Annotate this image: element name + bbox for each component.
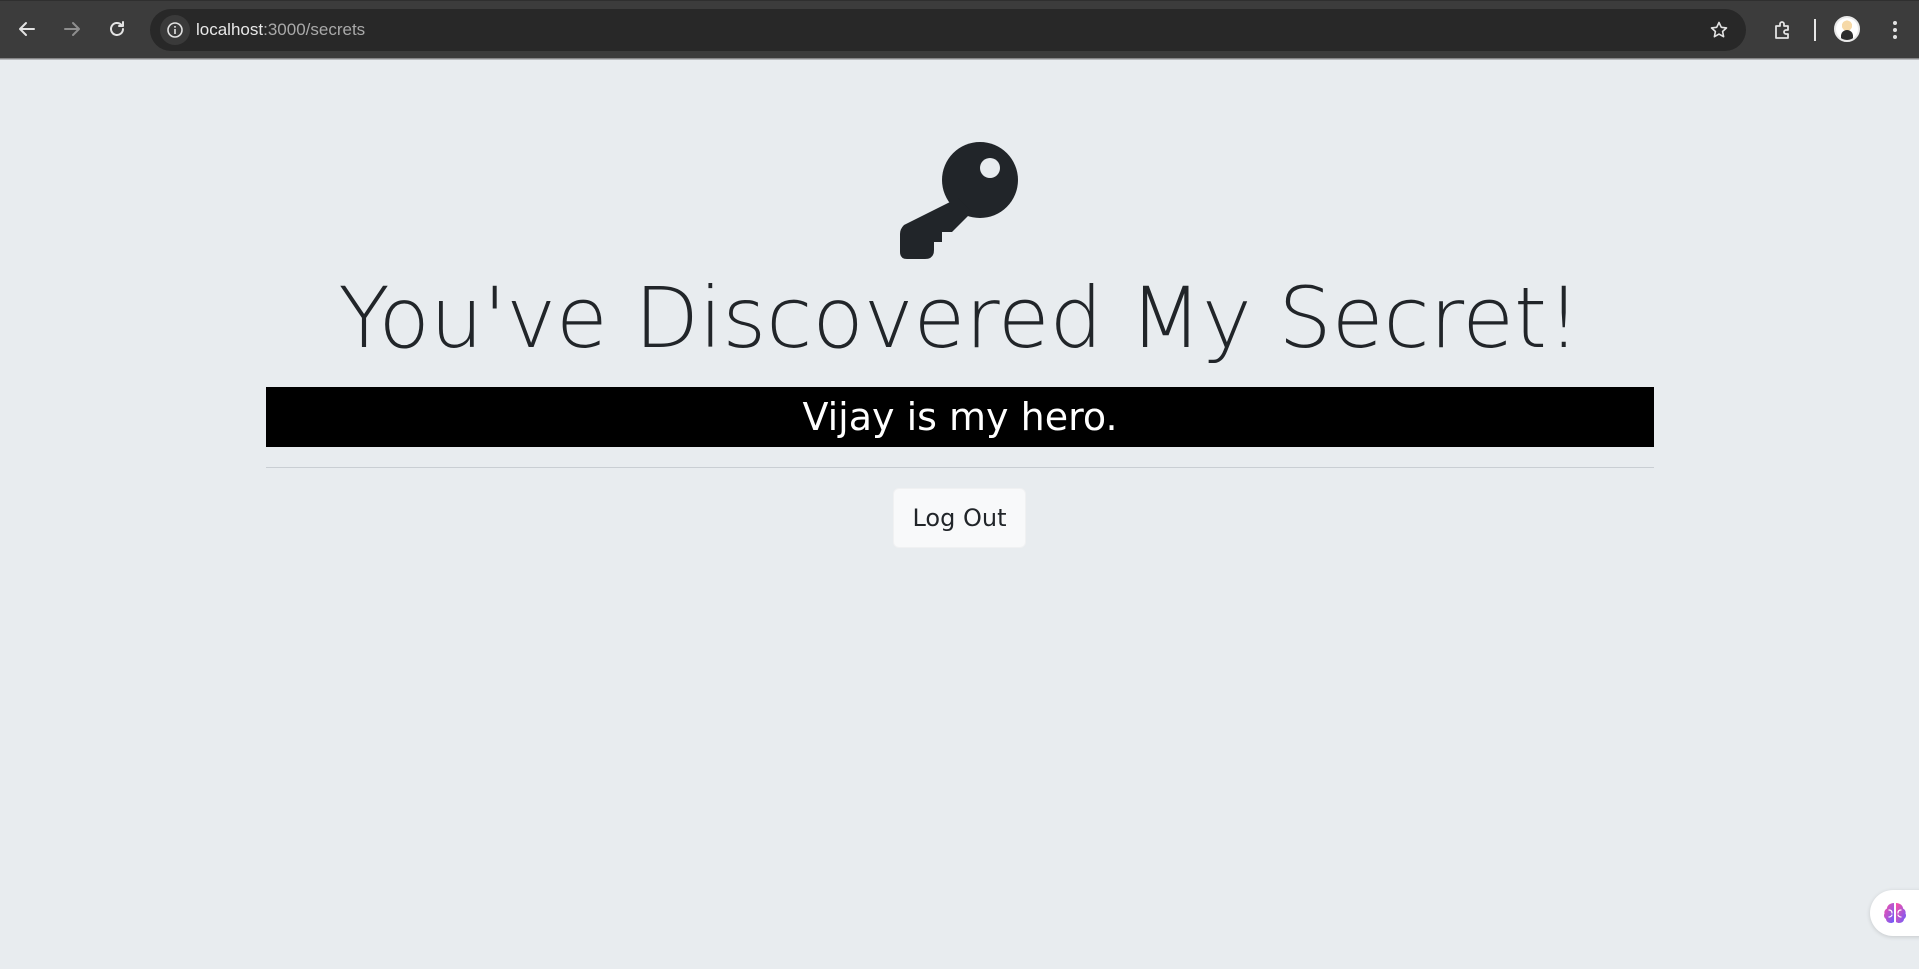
url-path: :3000/secrets bbox=[263, 20, 366, 39]
arrow-right-icon bbox=[64, 22, 80, 36]
extensions-puzzle-icon[interactable] bbox=[1768, 15, 1798, 45]
reload-button[interactable] bbox=[100, 12, 134, 46]
brain-icon bbox=[1884, 903, 1906, 923]
more-vert-icon[interactable] bbox=[1880, 15, 1910, 45]
forward-button[interactable] bbox=[55, 12, 89, 46]
assistant-button[interactable] bbox=[1870, 890, 1919, 936]
profile-avatar[interactable] bbox=[1834, 16, 1860, 42]
url-text[interactable]: localhost:3000/secrets bbox=[196, 20, 365, 40]
arrow-left-icon bbox=[19, 22, 35, 36]
browser-toolbar: localhost:3000/secrets bbox=[0, 0, 1919, 58]
url-host: localhost bbox=[196, 20, 264, 39]
reload-icon bbox=[110, 21, 124, 36]
toolbar-shadow bbox=[0, 58, 1919, 60]
page-title: You've Discovered My Secret! bbox=[338, 269, 1581, 367]
back-button[interactable] bbox=[10, 12, 44, 46]
key-icon bbox=[900, 142, 1018, 259]
toolbar-separator bbox=[1814, 19, 1816, 41]
logout-button[interactable]: Log Out bbox=[893, 488, 1026, 548]
bookmark-star-icon[interactable] bbox=[1706, 17, 1732, 43]
secret-text: Vijay is my hero. bbox=[266, 387, 1654, 447]
divider bbox=[266, 467, 1654, 468]
address-bar[interactable]: localhost:3000/secrets bbox=[150, 9, 1746, 51]
site-info-icon[interactable] bbox=[160, 15, 190, 45]
